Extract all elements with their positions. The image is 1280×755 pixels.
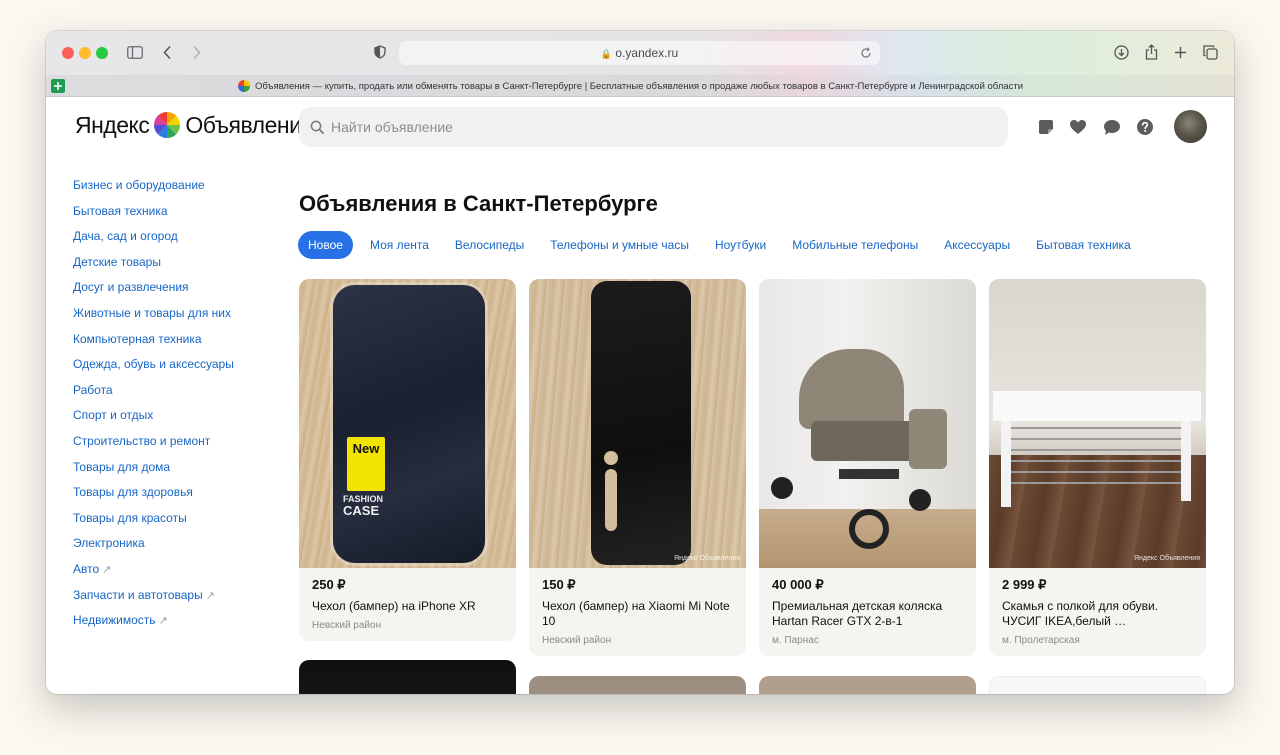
chip-accessories[interactable]: Аксессуары: [931, 231, 1023, 259]
sidebar-toggle-icon[interactable]: [126, 44, 144, 60]
browser-window: 🔒 o.yandex.ru Объявления — купить, прода…: [46, 31, 1234, 694]
listing-price: 40 000 ₽: [772, 577, 824, 592]
listing-photo: Яндекс Объявления: [529, 279, 746, 568]
messages-icon[interactable]: [1102, 117, 1122, 137]
search-bar: [299, 107, 1008, 147]
sidebar-item-construction[interactable]: Строительство и ремонт: [73, 433, 234, 459]
stroller-canopy: [799, 349, 904, 429]
sidebar-item-kids[interactable]: Детские товары: [73, 254, 234, 280]
sidebar-item-computers[interactable]: Компьютерная техника: [73, 331, 234, 357]
listing-card[interactable]: [759, 676, 976, 694]
listing-location: Невский район: [542, 635, 612, 646]
sidebar-item-auto[interactable]: Авто ↗: [73, 561, 234, 587]
category-sidebar: Бизнес и оборудование Бытовая техника Да…: [73, 177, 234, 638]
my-listings-icon[interactable]: [1036, 117, 1056, 137]
external-link-icon: ↗: [205, 589, 215, 602]
address-url: 🔒 o.yandex.ru: [600, 46, 679, 60]
listing-location: м. Парнас: [772, 635, 819, 646]
listing-card[interactable]: Яндекс Объявления 150 ₽ Чехол (бампер) н…: [529, 279, 746, 656]
downloads-icon[interactable]: [1113, 44, 1129, 60]
tab-title: Объявления — купить, продать или обменят…: [255, 80, 1024, 92]
photo-watermark: Яндекс Объявления: [1134, 555, 1200, 562]
search-icon: [309, 119, 325, 135]
zoom-window-button[interactable]: [96, 47, 108, 59]
sidebar-item-pets[interactable]: Животные и товары для них: [73, 305, 234, 331]
sidebar-item-health[interactable]: Товары для здоровья: [73, 484, 234, 510]
new-sticker: New: [347, 437, 385, 491]
chip-bicycles[interactable]: Велосипеды: [442, 231, 537, 259]
listing-location: Невский район: [312, 620, 382, 631]
address-bar[interactable]: 🔒 o.yandex.ru: [399, 41, 880, 65]
listing-photo: New FASHION CASE: [299, 279, 516, 568]
logo-service-name: Объявления: [185, 111, 314, 138]
logo-text: Яндекс: [75, 111, 150, 138]
chip-phones-watches[interactable]: Телефоны и умные часы: [537, 231, 702, 259]
sidebar-item-jobs[interactable]: Работа: [73, 382, 234, 408]
sidebar-item-sport[interactable]: Спорт и отдых: [73, 407, 234, 433]
listing-price: 250 ₽: [312, 577, 346, 592]
sidebar-item-appliances[interactable]: Бытовая техника: [73, 203, 234, 229]
listing-price: 150 ₽: [542, 577, 576, 592]
phone-case-shape: [333, 285, 485, 563]
site-logo[interactable]: Яндекс Объявления: [75, 111, 314, 139]
chip-appliances[interactable]: Бытовая техника: [1023, 231, 1144, 259]
back-icon[interactable]: [160, 44, 174, 60]
sidebar-item-business[interactable]: Бизнес и оборудование: [73, 177, 234, 203]
search-input[interactable]: [331, 107, 991, 147]
listing-title: Чехол (бампер) на iPhone XR: [312, 599, 476, 613]
share-icon[interactable]: [1143, 43, 1159, 61]
yandex-ads-logo-icon: [154, 111, 181, 139]
listing-card[interactable]: Яндекс Объявления 2 999 ₽ Скамья с полко…: [989, 279, 1206, 656]
photo-watermark: Яндекс Объявления: [674, 555, 740, 562]
sidebar-item-clothing[interactable]: Одежда, обувь и аксессуары: [73, 356, 234, 382]
lock-icon: 🔒: [600, 49, 613, 59]
listing-photo: [759, 279, 976, 568]
bench-seat: [993, 391, 1201, 421]
external-link-icon: ↗: [102, 563, 112, 576]
listing-card[interactable]: [529, 676, 746, 694]
page-title: Объявления в Санкт-Петербурге: [299, 191, 658, 216]
sidebar-item-realty[interactable]: Недвижимость ↗: [73, 612, 234, 638]
listing-card[interactable]: 40 000 ₽ Премиальная детская коляска Har…: [759, 279, 976, 656]
chip-mobile-phones[interactable]: Мобильные телефоны: [779, 231, 931, 259]
user-avatar[interactable]: [1174, 110, 1207, 143]
pinned-tab-sheets-icon[interactable]: [51, 79, 65, 93]
listing-card[interactable]: [299, 660, 516, 694]
listing-card[interactable]: [989, 676, 1206, 694]
listing-title: Премиальная детская коляска Hartan Racer…: [772, 599, 943, 628]
sidebar-item-auto-parts[interactable]: Запчасти и автотовары ↗: [73, 587, 234, 613]
help-icon[interactable]: [1135, 117, 1155, 137]
listing-photo: Яндекс Объявления: [989, 279, 1206, 568]
fashion-case-label: FASHION CASE: [343, 494, 384, 518]
favorites-heart-icon[interactable]: [1068, 117, 1088, 137]
active-tab[interactable]: Объявления — купить, продать или обменят…: [238, 80, 1023, 92]
new-tab-icon[interactable]: [1173, 44, 1187, 60]
forward-icon[interactable]: [190, 44, 204, 60]
sidebar-item-home[interactable]: Товары для дома: [73, 459, 234, 485]
minimize-window-button[interactable]: [79, 47, 91, 59]
yandex-ads-favicon-icon: [238, 80, 250, 92]
external-link-icon: ↗: [158, 615, 168, 628]
category-chips: Новое Моя лента Велосипеды Телефоны и ум…: [298, 231, 1144, 259]
listing-card[interactable]: New FASHION CASE 250 ₽ Чехол (бампер) на…: [299, 279, 516, 641]
tab-overview-icon[interactable]: [1202, 44, 1218, 60]
close-window-button[interactable]: [62, 47, 74, 59]
chip-new[interactable]: Новое: [298, 231, 353, 259]
reload-icon[interactable]: [859, 46, 873, 60]
sidebar-item-garden[interactable]: Дача, сад и огород: [73, 228, 234, 254]
listing-location: м. Пролетарская: [1002, 635, 1080, 646]
sidebar-item-leisure[interactable]: Досуг и развлечения: [73, 279, 234, 305]
sidebar-item-electronics[interactable]: Электроника: [73, 535, 234, 561]
browser-toolbar: 🔒 o.yandex.ru: [46, 31, 1234, 75]
web-page: Яндекс Объявления Найти объявление Бизне…: [46, 97, 1234, 694]
listing-title: Чехол (бампер) на Xiaomi Mi Note 10: [542, 599, 730, 628]
chip-my-feed[interactable]: Моя лента: [357, 231, 442, 259]
chip-laptops[interactable]: Ноутбуки: [702, 231, 779, 259]
sidebar-item-beauty[interactable]: Товары для красоты: [73, 510, 234, 536]
privacy-shield-icon[interactable]: [373, 44, 387, 60]
listing-price: 2 999 ₽: [1002, 577, 1047, 592]
listing-title: Скамья с полкой для обуви. ЧУСИГ IKEA,бе…: [1002, 599, 1159, 628]
